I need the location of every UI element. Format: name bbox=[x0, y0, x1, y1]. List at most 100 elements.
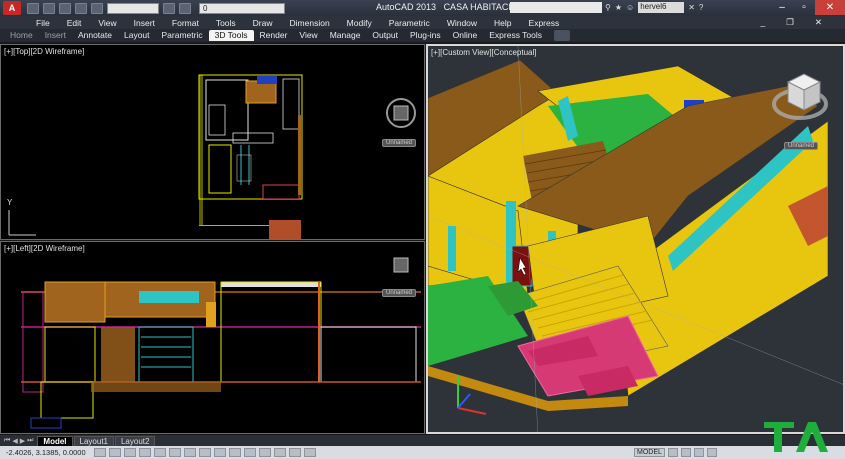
tab-layout1[interactable]: Layout1 bbox=[73, 435, 114, 446]
workspace-select[interactable] bbox=[107, 2, 159, 14]
viewport-custom-3d[interactable]: [+][Custom View][Conceptual] Unnamed bbox=[426, 44, 845, 434]
menu-insert[interactable]: Insert bbox=[134, 18, 155, 28]
first-layout-icon[interactable]: ⏮ bbox=[4, 437, 10, 445]
tpy-toggle-icon[interactable] bbox=[258, 448, 271, 457]
tab-insert[interactable]: Insert bbox=[39, 30, 72, 41]
ucs-y-label: Y bbox=[7, 198, 13, 207]
quickview-layouts-icon[interactable] bbox=[667, 448, 678, 457]
unnamed-ucs-dropdown-left[interactable]: Unnamed bbox=[382, 289, 417, 297]
tab-model[interactable]: Model bbox=[37, 435, 73, 446]
tab-render[interactable]: Render bbox=[254, 30, 294, 41]
layout-tabs: ⏮ ◀ ▶ ⏭ Model Layout1 Layout2 bbox=[0, 435, 845, 446]
doc-restore-icon[interactable]: ❐ bbox=[786, 17, 794, 28]
redo-icon[interactable] bbox=[91, 2, 103, 14]
menu-window[interactable]: Window bbox=[447, 18, 477, 28]
am-toggle-icon[interactable] bbox=[303, 448, 316, 457]
tab-annotate[interactable]: Annotate bbox=[72, 30, 118, 41]
menu-draw[interactable]: Draw bbox=[253, 18, 273, 28]
ortho-toggle-icon[interactable] bbox=[138, 448, 151, 457]
sc-toggle-icon[interactable] bbox=[288, 448, 301, 457]
document-controls: _ ❐ ✕ bbox=[761, 17, 839, 28]
status-right-tools: MODEL bbox=[634, 448, 717, 457]
user-signin[interactable]: hervel6 bbox=[638, 2, 685, 13]
title-right-tools: ⚲ ★ ☺ hervel6 ✕ ? bbox=[605, 2, 703, 13]
menu-parametric[interactable]: Parametric bbox=[389, 18, 430, 28]
autocad-logo-icon[interactable]: A bbox=[3, 1, 21, 15]
polar-toggle-icon[interactable] bbox=[153, 448, 166, 457]
save-icon[interactable] bbox=[59, 2, 71, 14]
snap-toggle-icon[interactable] bbox=[108, 448, 121, 457]
tab-home[interactable]: Home bbox=[4, 30, 39, 41]
ribbon-toggle-button[interactable] bbox=[554, 30, 571, 41]
grid-toggle-icon[interactable] bbox=[123, 448, 136, 457]
star-icon[interactable]: ★ bbox=[615, 3, 622, 12]
model-space-button[interactable]: MODEL bbox=[634, 448, 665, 457]
tab-online[interactable]: Online bbox=[447, 30, 484, 41]
app-name: AutoCAD 2013 bbox=[376, 2, 437, 12]
tab-express-tools[interactable]: Express Tools bbox=[483, 30, 548, 41]
dyn-toggle-icon[interactable] bbox=[228, 448, 241, 457]
undo-icon[interactable] bbox=[75, 2, 87, 14]
tab-layout2[interactable]: Layout2 bbox=[114, 435, 156, 446]
tab-layout[interactable]: Layout bbox=[118, 30, 156, 41]
exchange-icon[interactable]: ✕ bbox=[688, 3, 695, 12]
tab-plugins[interactable]: Plug-ins bbox=[404, 30, 447, 41]
sun-icon[interactable] bbox=[179, 2, 191, 14]
ucs-icon bbox=[8, 210, 36, 236]
layer-select[interactable]: 0 bbox=[199, 2, 285, 14]
tab-parametric[interactable]: Parametric bbox=[156, 30, 209, 41]
doc-minimize-icon[interactable]: _ bbox=[761, 17, 766, 28]
otrack-toggle-icon[interactable] bbox=[198, 448, 211, 457]
quickview-drawings-icon[interactable] bbox=[680, 448, 691, 457]
menu-file[interactable]: File bbox=[36, 18, 50, 28]
search-input[interactable] bbox=[510, 2, 602, 13]
pan-icon[interactable] bbox=[693, 448, 704, 457]
minimize-icon[interactable]: – bbox=[771, 0, 793, 15]
menu-edit[interactable]: Edit bbox=[67, 18, 82, 28]
quick-access-toolbar: 0 bbox=[27, 2, 285, 14]
tab-3d-tools[interactable]: 3D Tools bbox=[208, 30, 254, 41]
infer-toggle-icon[interactable] bbox=[93, 448, 106, 457]
left-viewcube bbox=[393, 257, 409, 273]
drafting-toggles bbox=[93, 448, 316, 457]
menu-express[interactable]: Express bbox=[529, 18, 560, 28]
menu-view[interactable]: View bbox=[98, 18, 116, 28]
lwt-toggle-icon[interactable] bbox=[243, 448, 256, 457]
channel-logo-watermark bbox=[764, 422, 828, 452]
tab-view[interactable]: View bbox=[293, 30, 323, 41]
ucs-3d-icon bbox=[457, 376, 487, 415]
osnap-toggle-icon[interactable] bbox=[168, 448, 181, 457]
open-icon[interactable] bbox=[43, 2, 55, 14]
close-icon[interactable]: ✕ bbox=[815, 0, 845, 15]
title-bar: A 0 AutoCAD 2013 CASA HABITACION.dwg ⚲ ★… bbox=[0, 0, 845, 16]
ribbon-tabs: Home Insert Annotate Layout Parametric 3… bbox=[0, 29, 845, 42]
status-bar: -2.4026, 3.1385, 0.0000 MODEL bbox=[0, 446, 845, 459]
doc-close-icon[interactable]: ✕ bbox=[815, 17, 822, 28]
3dosnap-toggle-icon[interactable] bbox=[183, 448, 196, 457]
prev-layout-icon[interactable]: ◀ bbox=[12, 437, 17, 445]
ducs-toggle-icon[interactable] bbox=[213, 448, 226, 457]
menu-format[interactable]: Format bbox=[172, 18, 199, 28]
menu-tools[interactable]: Tools bbox=[216, 18, 236, 28]
viewport-left[interactable]: [+][Left][2D Wireframe] Unnamed bbox=[0, 241, 425, 434]
menu-dimension[interactable]: Dimension bbox=[290, 18, 330, 28]
tab-output[interactable]: Output bbox=[366, 30, 404, 41]
menu-help[interactable]: Help bbox=[494, 18, 511, 28]
help-icon[interactable]: ? bbox=[699, 3, 703, 12]
tab-manage[interactable]: Manage bbox=[324, 30, 367, 41]
next-layout-icon[interactable]: ▶ bbox=[20, 437, 25, 445]
menu-modify[interactable]: Modify bbox=[347, 18, 372, 28]
last-layout-icon[interactable]: ⏭ bbox=[27, 437, 33, 445]
user-icon[interactable]: ☺ bbox=[626, 3, 634, 12]
zoom-icon[interactable] bbox=[706, 448, 717, 457]
binoculars-icon[interactable]: ⚲ bbox=[605, 3, 611, 12]
new-icon[interactable] bbox=[27, 2, 39, 14]
coordinate-readout[interactable]: -2.4026, 3.1385, 0.0000 bbox=[6, 448, 86, 457]
viewport-top[interactable]: [+][Top][2D Wireframe] Unnamed Y bbox=[0, 44, 425, 240]
maximize-icon[interactable]: ▫ bbox=[793, 0, 815, 15]
lightbulb-icon[interactable] bbox=[163, 2, 175, 14]
menu-bar: File Edit View Insert Format Tools Draw … bbox=[0, 16, 845, 29]
window-controls: – ▫ ✕ bbox=[771, 0, 845, 15]
layout-nav: ⏮ ◀ ▶ ⏭ bbox=[4, 437, 33, 445]
qp-toggle-icon[interactable] bbox=[273, 448, 286, 457]
